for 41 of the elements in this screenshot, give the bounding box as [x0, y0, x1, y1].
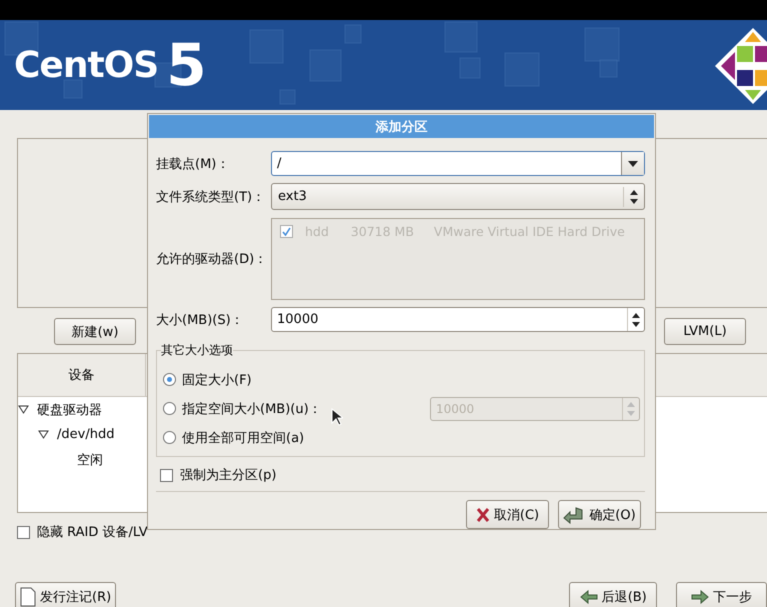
- checkbox-label: 隐藏 RAID 设备/LV: [37, 524, 148, 541]
- new-button[interactable]: 新建(w): [54, 318, 136, 345]
- lvm-button[interactable]: LVM(L): [664, 318, 746, 345]
- expander-icon[interactable]: [38, 430, 49, 439]
- field-label: 允许的驱动器(D)：: [156, 251, 268, 268]
- ok-button[interactable]: 确定(O): [558, 500, 641, 529]
- radio-label: 指定空间大小(MB)(u)：: [182, 400, 322, 418]
- frame-title: 其它大小选项: [161, 342, 233, 359]
- logo-version: 5: [166, 31, 207, 99]
- back-button[interactable]: 后退(B): [569, 582, 658, 607]
- field-label: 大小(MB)(S)：: [156, 312, 245, 328]
- next-button[interactable]: 下一步: [676, 582, 767, 607]
- field-label: 挂载点(M)：: [156, 156, 230, 172]
- checkbox[interactable]: [17, 526, 30, 538]
- radio-button[interactable]: [163, 373, 176, 386]
- cross-icon: [476, 508, 490, 522]
- checkbox[interactable]: [280, 225, 293, 238]
- tree-item[interactable]: 硬盘驱动器: [37, 400, 102, 418]
- checkbox-label: 强制为主分区(p): [180, 467, 276, 484]
- tree-item[interactable]: /dev/hdd: [57, 427, 114, 442]
- filesystem-select[interactable]: ext3: [271, 183, 645, 210]
- field-label: 文件系统类型(T)：: [156, 188, 266, 206]
- mouse-cursor-icon: [331, 408, 343, 426]
- radio-label: 固定大小(F): [182, 372, 252, 388]
- dialog-title: 添加分区: [149, 115, 654, 138]
- tree-item[interactable]: 空闲: [77, 450, 103, 468]
- apply-icon: [563, 506, 586, 524]
- radio-label: 使用全部可用空间(a): [182, 430, 304, 446]
- logo-text: CentOS: [14, 44, 158, 86]
- radio-button[interactable]: [163, 431, 176, 444]
- left-arrow-icon: [580, 590, 598, 604]
- logo-mark-icon: [713, 26, 767, 106]
- release-notes-button[interactable]: 发行注记(R): [15, 582, 116, 607]
- column-header[interactable]: 设备: [18, 354, 146, 396]
- checkbox[interactable]: [160, 468, 173, 482]
- dropdown-button[interactable]: [621, 152, 644, 175]
- expander-icon[interactable]: [18, 405, 29, 414]
- right-arrow-icon: [691, 590, 710, 604]
- document-icon: [20, 587, 36, 607]
- cancel-button[interactable]: 取消(C): [466, 500, 549, 529]
- dropdown-arrow-icon: [628, 160, 638, 166]
